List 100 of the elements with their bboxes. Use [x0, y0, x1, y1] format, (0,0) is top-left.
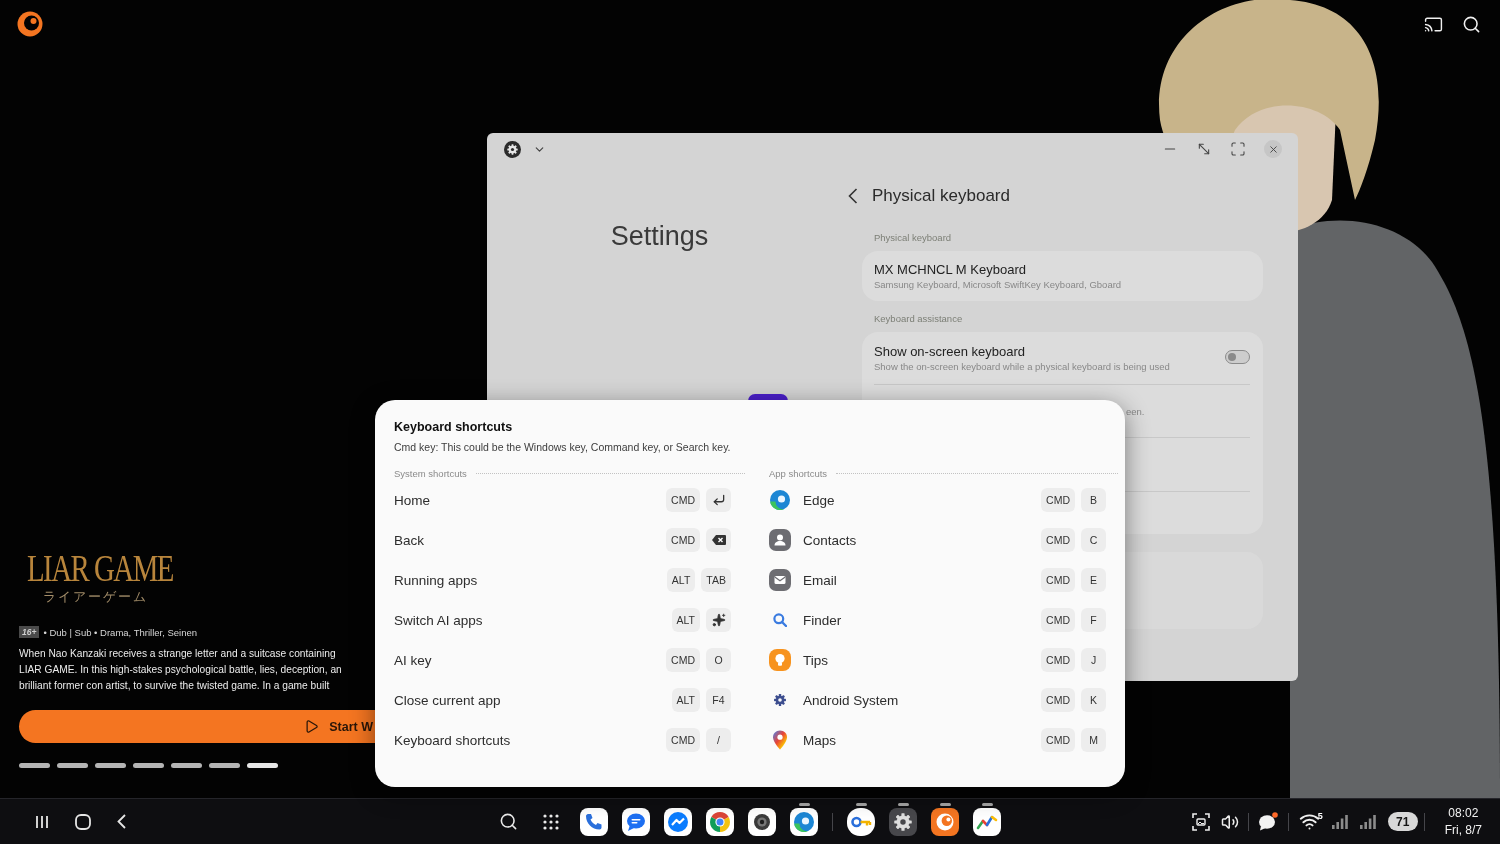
key-cap: J [1081, 648, 1106, 672]
back-icon[interactable] [848, 188, 858, 204]
key-cap: M [1081, 728, 1106, 752]
mail-icon [769, 569, 791, 591]
shortcut-label: Switch AI apps [394, 612, 483, 628]
key-cap: CMD [1041, 688, 1075, 712]
group-header: System shortcuts [394, 467, 467, 479]
edge-icon [769, 489, 791, 511]
network-label: 5 [1317, 811, 1323, 821]
key-cap: O [706, 648, 731, 672]
key-cap: ALT [671, 608, 700, 632]
shortcut-label: Android System [803, 692, 899, 708]
browser-icon[interactable] [790, 807, 818, 836]
app-grid-icon[interactable] [543, 813, 559, 830]
shortcut-label: Running apps [394, 572, 478, 588]
wifi-icon[interactable] [1298, 811, 1320, 832]
browser-icon[interactable] [706, 807, 734, 836]
key-cap: C [1081, 528, 1106, 552]
shortcut-label: Contacts [803, 532, 857, 548]
message-icon[interactable] [622, 807, 650, 836]
group-header: App shortcuts [769, 467, 828, 479]
clock-date: Fri, 8/7 [1444, 821, 1482, 839]
signal-icon [1359, 814, 1376, 829]
logo-icon[interactable] [931, 807, 959, 836]
shortcut-label: Back [394, 532, 424, 548]
item-title: Show on-screen keyboard [874, 343, 1026, 360]
dialog-title: Keyboard shortcuts [394, 419, 513, 435]
gear-icon [773, 693, 787, 707]
item-title: MX MCHNCL M Keyboard [874, 261, 1026, 278]
shortcut-label: Email [803, 572, 837, 588]
phone-icon[interactable] [580, 807, 608, 836]
play-icon [304, 719, 320, 734]
key-cap: CMD [666, 528, 700, 552]
home-icon[interactable] [75, 813, 91, 830]
search-icon[interactable] [1462, 14, 1481, 34]
chat-icon[interactable] [1257, 812, 1278, 831]
key-cap: CMD [1041, 648, 1075, 672]
cast-icon[interactable] [1424, 14, 1443, 34]
key-cap: CMD [1041, 728, 1075, 752]
key-cap: K [1081, 688, 1106, 712]
backspace-icon [711, 535, 726, 545]
key-cap: E [1081, 568, 1106, 592]
key-cap: CMD [666, 728, 700, 752]
section-header: Physical keyboard [874, 231, 952, 245]
shortcut-label: Finder [803, 612, 842, 628]
sidebar-title: Settings [610, 220, 709, 252]
shortcut-label: Edge [803, 492, 835, 508]
logo-icon[interactable] [17, 11, 43, 37]
signal-icon [1331, 814, 1348, 829]
map-pin-icon [772, 730, 788, 750]
key-cap: ALT [671, 688, 700, 712]
description-line: LIAR GAME. In this high-stakes psychological battle, lies, deception, an [19, 663, 342, 677]
lightbulb-icon [769, 649, 791, 671]
key-cap: F4 [706, 688, 731, 712]
chart-icon[interactable] [973, 807, 1001, 836]
item-subtitle: Samsung Keyboard, Microsoft SwiftKey Keyboard, Gboard [874, 277, 1122, 291]
shortcut-label: Tips [803, 652, 828, 668]
key-cap: CMD [1041, 528, 1075, 552]
page-title: Physical keyboard [872, 186, 1010, 206]
item-subtitle: Show the on-screen keyboard while a physical keyboard is being used [874, 359, 1170, 373]
toggle-switch[interactable] [1225, 349, 1250, 364]
meta-text: • Dub | Sub • Drama, Thriller, Seinen [43, 626, 198, 638]
dialog-note: Cmd key: This could be the Windows key, Command key, or Search key. [394, 440, 731, 454]
start-button[interactable]: Start W [19, 710, 375, 743]
show-logo-subtitle: ライアーゲーム [43, 588, 148, 605]
search-icon [773, 613, 787, 627]
rating-badge: 16+ [19, 626, 40, 638]
shortcut-label: Home [394, 492, 430, 508]
key-cap: CMD [1041, 568, 1075, 592]
close-icon[interactable] [1264, 140, 1282, 158]
shortcut-label: Keyboard shortcuts [394, 732, 511, 748]
volume-icon[interactable] [1220, 812, 1239, 831]
show-logo-title: LIAR GAME [27, 548, 173, 588]
recents-icon[interactable] [35, 814, 49, 829]
description-line: brilliant former con artist, to survive the twisted game. In a game built [19, 679, 330, 693]
camera-icon[interactable] [748, 807, 776, 836]
description-line: When Nao Kanzaki receives a strange letter and a suitcase containing [19, 647, 336, 661]
key-cap: ALT [666, 568, 696, 592]
clock-time: 08:02 [1448, 804, 1479, 822]
item-text: een. [1126, 405, 1145, 417]
shortcut-label: Maps [803, 732, 836, 748]
key-cap: TAB [701, 568, 731, 592]
resize-icon[interactable] [1196, 141, 1212, 157]
search-icon[interactable] [499, 812, 518, 831]
key-cap: CMD [1041, 608, 1075, 632]
key-cap: / [706, 728, 731, 752]
bolt-chat-icon[interactable] [664, 807, 692, 836]
key-cap: F [1081, 608, 1106, 632]
settings-icon[interactable] [889, 807, 917, 836]
section-header: Keyboard assistance [874, 312, 963, 326]
settings-icon [504, 140, 521, 158]
key-icon[interactable] [847, 807, 875, 836]
enter-icon [711, 493, 726, 507]
key-cap: CMD [666, 488, 700, 512]
sparkle-icon [711, 613, 726, 627]
key-cap: CMD [1041, 488, 1075, 512]
contacts-icon [769, 529, 791, 551]
battery-indicator: 71 [1387, 812, 1418, 831]
shortcut-label: Close current app [394, 692, 501, 708]
screenshot-icon[interactable] [1191, 812, 1210, 831]
